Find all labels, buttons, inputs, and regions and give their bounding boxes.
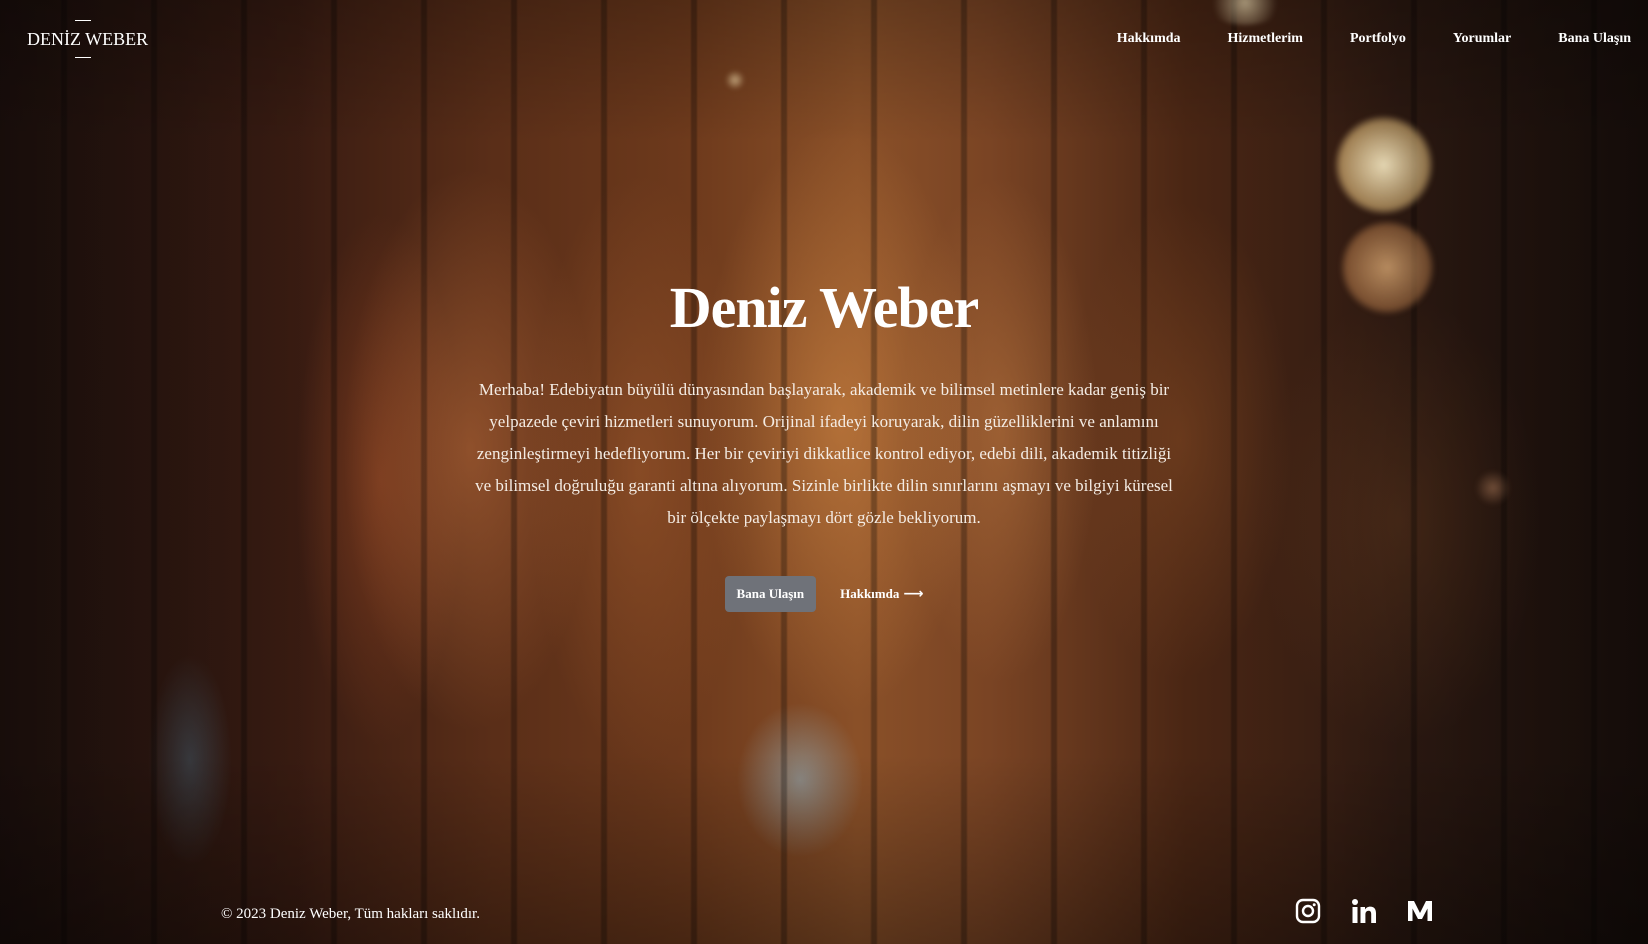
- page: DENİZ WEBER Hakkımda Hizmetlerim Portfol…: [0, 0, 1648, 944]
- hero-title: Deniz Weber: [669, 275, 979, 340]
- nav-link-services[interactable]: Hizmetlerim: [1228, 30, 1303, 48]
- instagram-link[interactable]: [1295, 898, 1321, 924]
- medium-link[interactable]: [1407, 898, 1433, 924]
- about-link-button[interactable]: Hakkımda ⟶: [840, 586, 923, 602]
- about-link-label: Hakkımda: [840, 586, 900, 601]
- instagram-icon: [1295, 898, 1321, 924]
- arrow-right-icon: ⟶: [903, 586, 924, 602]
- nav-link-about[interactable]: Hakkımda: [1117, 30, 1181, 48]
- site-logo[interactable]: DENİZ WEBER: [27, 20, 149, 60]
- site-footer: © 2023 Deniz Weber, Tüm hakları saklıdır…: [0, 896, 1648, 936]
- contact-button[interactable]: Bana Ulaşın: [724, 576, 817, 612]
- logo-text: DENİZ WEBER: [27, 29, 149, 49]
- hero-actions: Bana Ulaşın Hakkımda ⟶: [474, 576, 1174, 612]
- main-nav: Hakkımda Hizmetlerim Portfolyo Yorumlar …: [1070, 30, 1631, 48]
- hero-description: Merhaba! Edebiyatın büyülü dünyasından b…: [475, 380, 1173, 527]
- nav-link-contact[interactable]: Bana Ulaşın: [1558, 30, 1631, 48]
- linkedin-icon: [1352, 899, 1376, 923]
- site-header: DENİZ WEBER Hakkımda Hizmetlerim Portfol…: [0, 0, 1648, 80]
- nav-link-testimonials[interactable]: Yorumlar: [1453, 30, 1511, 48]
- hero-section: Deniz Weber Merhaba! Edebiyatın büyülü d…: [474, 268, 1174, 612]
- linkedin-link[interactable]: [1351, 898, 1377, 924]
- medium-icon: [1408, 901, 1432, 921]
- copyright-text: © 2023 Deniz Weber, Tüm hakları saklıdır…: [221, 906, 480, 922]
- social-links: [1295, 898, 1433, 924]
- logo-top-line: [75, 20, 91, 21]
- logo-bottom-line: [75, 57, 91, 58]
- nav-link-portfolio[interactable]: Portfolyo: [1350, 30, 1406, 48]
